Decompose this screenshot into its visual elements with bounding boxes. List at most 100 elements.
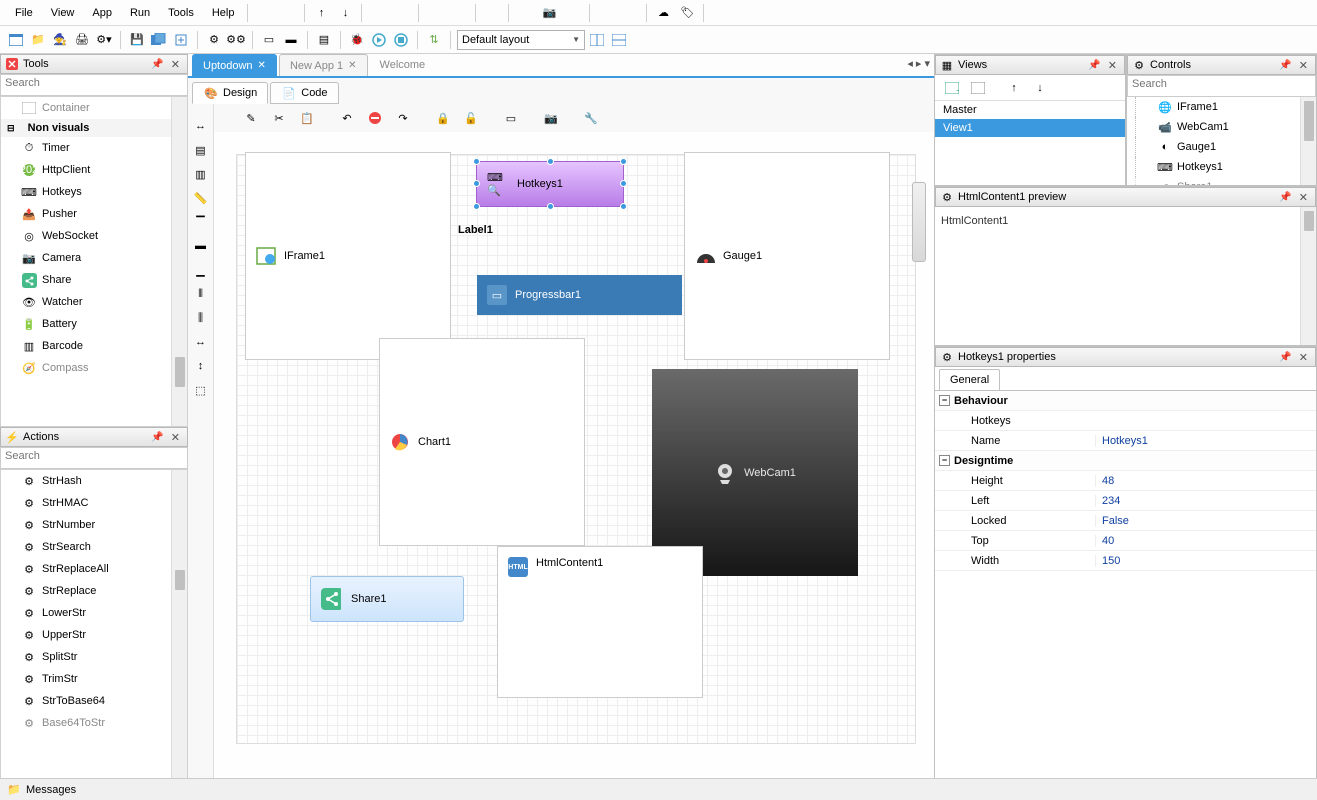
globe-refresh-icon[interactable]	[597, 5, 615, 21]
prop-height[interactable]: Height48	[935, 471, 1316, 491]
widget-gauge1[interactable]: Gauge1	[684, 152, 890, 360]
tools-group-nonvisuals[interactable]: ⊟ Non visuals	[1, 119, 187, 137]
new-dialog-icon[interactable]	[279, 5, 297, 21]
gears-icon[interactable]: ⚙⚙	[228, 32, 244, 48]
export-icon[interactable]	[173, 32, 189, 48]
tab-close-icon[interactable]: ✕	[348, 60, 356, 71]
view-view1[interactable]: View1	[935, 119, 1125, 137]
tab-newapp1[interactable]: New App 1✕	[279, 54, 368, 76]
action-strhash[interactable]: ⚙StrHash	[1, 470, 187, 492]
close-icon[interactable]: ✕	[1296, 59, 1311, 72]
arrow-up-icon[interactable]: ↑	[312, 5, 330, 21]
action-splitstr[interactable]: ⚙SplitStr	[1, 646, 187, 668]
arrow-down-icon[interactable]: ↓	[336, 5, 354, 21]
preview-vscroll[interactable]	[1300, 207, 1316, 345]
gear-icon[interactable]: ⚙	[206, 32, 222, 48]
tool-pusher[interactable]: 📤Pusher	[1, 203, 187, 225]
props-tab-general[interactable]: General	[939, 369, 1000, 390]
close-icon[interactable]: ✕	[1105, 59, 1120, 72]
grid1-icon[interactable]	[589, 32, 605, 48]
align-top-icon[interactable]: ▔	[193, 214, 209, 230]
size-icon[interactable]: ▭	[503, 110, 519, 126]
align-bot-icon[interactable]: ▁	[193, 262, 209, 278]
paste-icon[interactable]: 📋	[299, 110, 315, 126]
messages-icon[interactable]: 📁	[6, 782, 22, 798]
print-icon[interactable]: 🖨	[74, 32, 90, 48]
align-tool-icon[interactable]: ↔	[193, 118, 209, 134]
tools-search[interactable]	[0, 74, 188, 96]
action-lowerstr[interactable]: ⚙LowerStr	[1, 602, 187, 624]
panel-icon[interactable]: ▤	[316, 32, 332, 48]
tab-uptodown[interactable]: Uptodown✕	[192, 54, 277, 76]
messages-label[interactable]: Messages	[26, 784, 76, 796]
wizard-icon[interactable]	[483, 5, 501, 21]
ctrl-webcam1[interactable]: 📹WebCam1	[1127, 117, 1316, 137]
play-icon[interactable]	[371, 32, 387, 48]
dist-v-icon[interactable]: ⫼	[193, 310, 209, 326]
action-strreplaceall[interactable]: ⚙StrReplaceAll	[1, 558, 187, 580]
tab-welcome[interactable]: Welcome	[370, 54, 436, 76]
menu-run[interactable]: Run	[121, 3, 159, 23]
db2-icon[interactable]	[450, 5, 468, 21]
widget-htmlcontent1[interactable]: HTML HtmlContent1	[497, 546, 703, 698]
grid2-icon[interactable]	[611, 32, 627, 48]
widget-webcam1[interactable]: WebCam1	[652, 369, 858, 576]
delete-icon[interactable]	[367, 110, 383, 126]
action-strreplace[interactable]: ⚙StrReplace	[1, 580, 187, 602]
prop-width[interactable]: Width150	[935, 551, 1316, 571]
pin-icon[interactable]: 📌	[1279, 192, 1291, 203]
menu-view[interactable]: View	[42, 3, 84, 23]
lock-icon[interactable]: 🔒	[435, 110, 451, 126]
same-h-icon[interactable]: ↕	[193, 358, 209, 374]
camera-icon[interactable]: 📷	[540, 5, 558, 21]
prop-locked[interactable]: LockedFalse	[935, 511, 1316, 531]
saveall-icon[interactable]	[151, 32, 167, 48]
controls-search[interactable]	[1127, 75, 1316, 97]
subtab-code[interactable]: 📄Code	[270, 82, 338, 104]
menu-tools[interactable]: Tools	[159, 3, 203, 23]
settings-dd-icon[interactable]: ⚙▾	[96, 32, 112, 48]
design-canvas[interactable]: IFrame1 ⌨🔍 Hotkeys1	[214, 132, 934, 800]
stop2-icon[interactable]	[393, 32, 409, 48]
tool-barcode[interactable]: ▥Barcode	[1, 335, 187, 357]
cut-icon[interactable]: ✂	[271, 110, 287, 126]
canvas-vscroll-nub[interactable]	[912, 182, 926, 262]
menu-help[interactable]: Help	[203, 3, 244, 23]
action-strnumber[interactable]: ⚙StrNumber	[1, 514, 187, 536]
action-upperstr[interactable]: ⚙UpperStr	[1, 624, 187, 646]
tool-share[interactable]: Share	[1, 269, 187, 291]
widget-label1[interactable]: Label1	[458, 224, 493, 236]
widget-share1[interactable]: Share1	[310, 576, 464, 622]
ctrl-hotkeys1[interactable]: ⌨Hotkeys1	[1127, 157, 1316, 177]
tools-vscroll[interactable]	[171, 97, 187, 426]
folder-icon[interactable]: 📁	[30, 32, 46, 48]
view-up-icon[interactable]: ↑	[1006, 80, 1022, 96]
pin-icon[interactable]: 📌	[1279, 60, 1291, 71]
actions-search-input[interactable]	[5, 450, 183, 462]
widget-iframe1[interactable]: IFrame1	[245, 152, 451, 360]
prop-name[interactable]: NameHotkeys1	[935, 431, 1316, 451]
window-icon[interactable]	[8, 32, 24, 48]
tool-websocket[interactable]: ◎WebSocket	[1, 225, 187, 247]
tool-httpclient[interactable]: 202HttpClient	[1, 159, 187, 181]
action-strtobase64[interactable]: ⚙StrToBase64	[1, 690, 187, 712]
action-strsearch[interactable]: ⚙StrSearch	[1, 536, 187, 558]
save-icon[interactable]: 💾	[129, 32, 145, 48]
tool-timer[interactable]: ⏱Timer	[1, 137, 187, 159]
action-strhmac[interactable]: ⚙StrHMAC	[1, 492, 187, 514]
tool-compass[interactable]: 🧭Compass	[1, 357, 187, 379]
db-icon[interactable]	[426, 5, 444, 21]
action-base64tostr[interactable]: ⚙Base64ToStr	[1, 712, 187, 734]
ctrl-share1[interactable]: ↗Share1	[1127, 177, 1316, 185]
tool-container[interactable]: Container	[1, 97, 187, 119]
same-w-icon[interactable]: ↔	[193, 334, 209, 350]
globe-down-icon[interactable]	[621, 5, 639, 21]
del-view-icon[interactable]	[970, 80, 986, 96]
cloud-icon[interactable]: ☁	[654, 5, 672, 21]
widget-chart1[interactable]: Chart1	[379, 338, 585, 546]
pin-icon[interactable]: 📌	[151, 59, 163, 70]
ctrl-iframe1[interactable]: 🌐IFrame1	[1127, 97, 1316, 117]
menu-file[interactable]: File	[6, 3, 42, 23]
help-icon[interactable]: ?	[516, 5, 534, 21]
align-left-icon[interactable]: ▤	[193, 142, 209, 158]
